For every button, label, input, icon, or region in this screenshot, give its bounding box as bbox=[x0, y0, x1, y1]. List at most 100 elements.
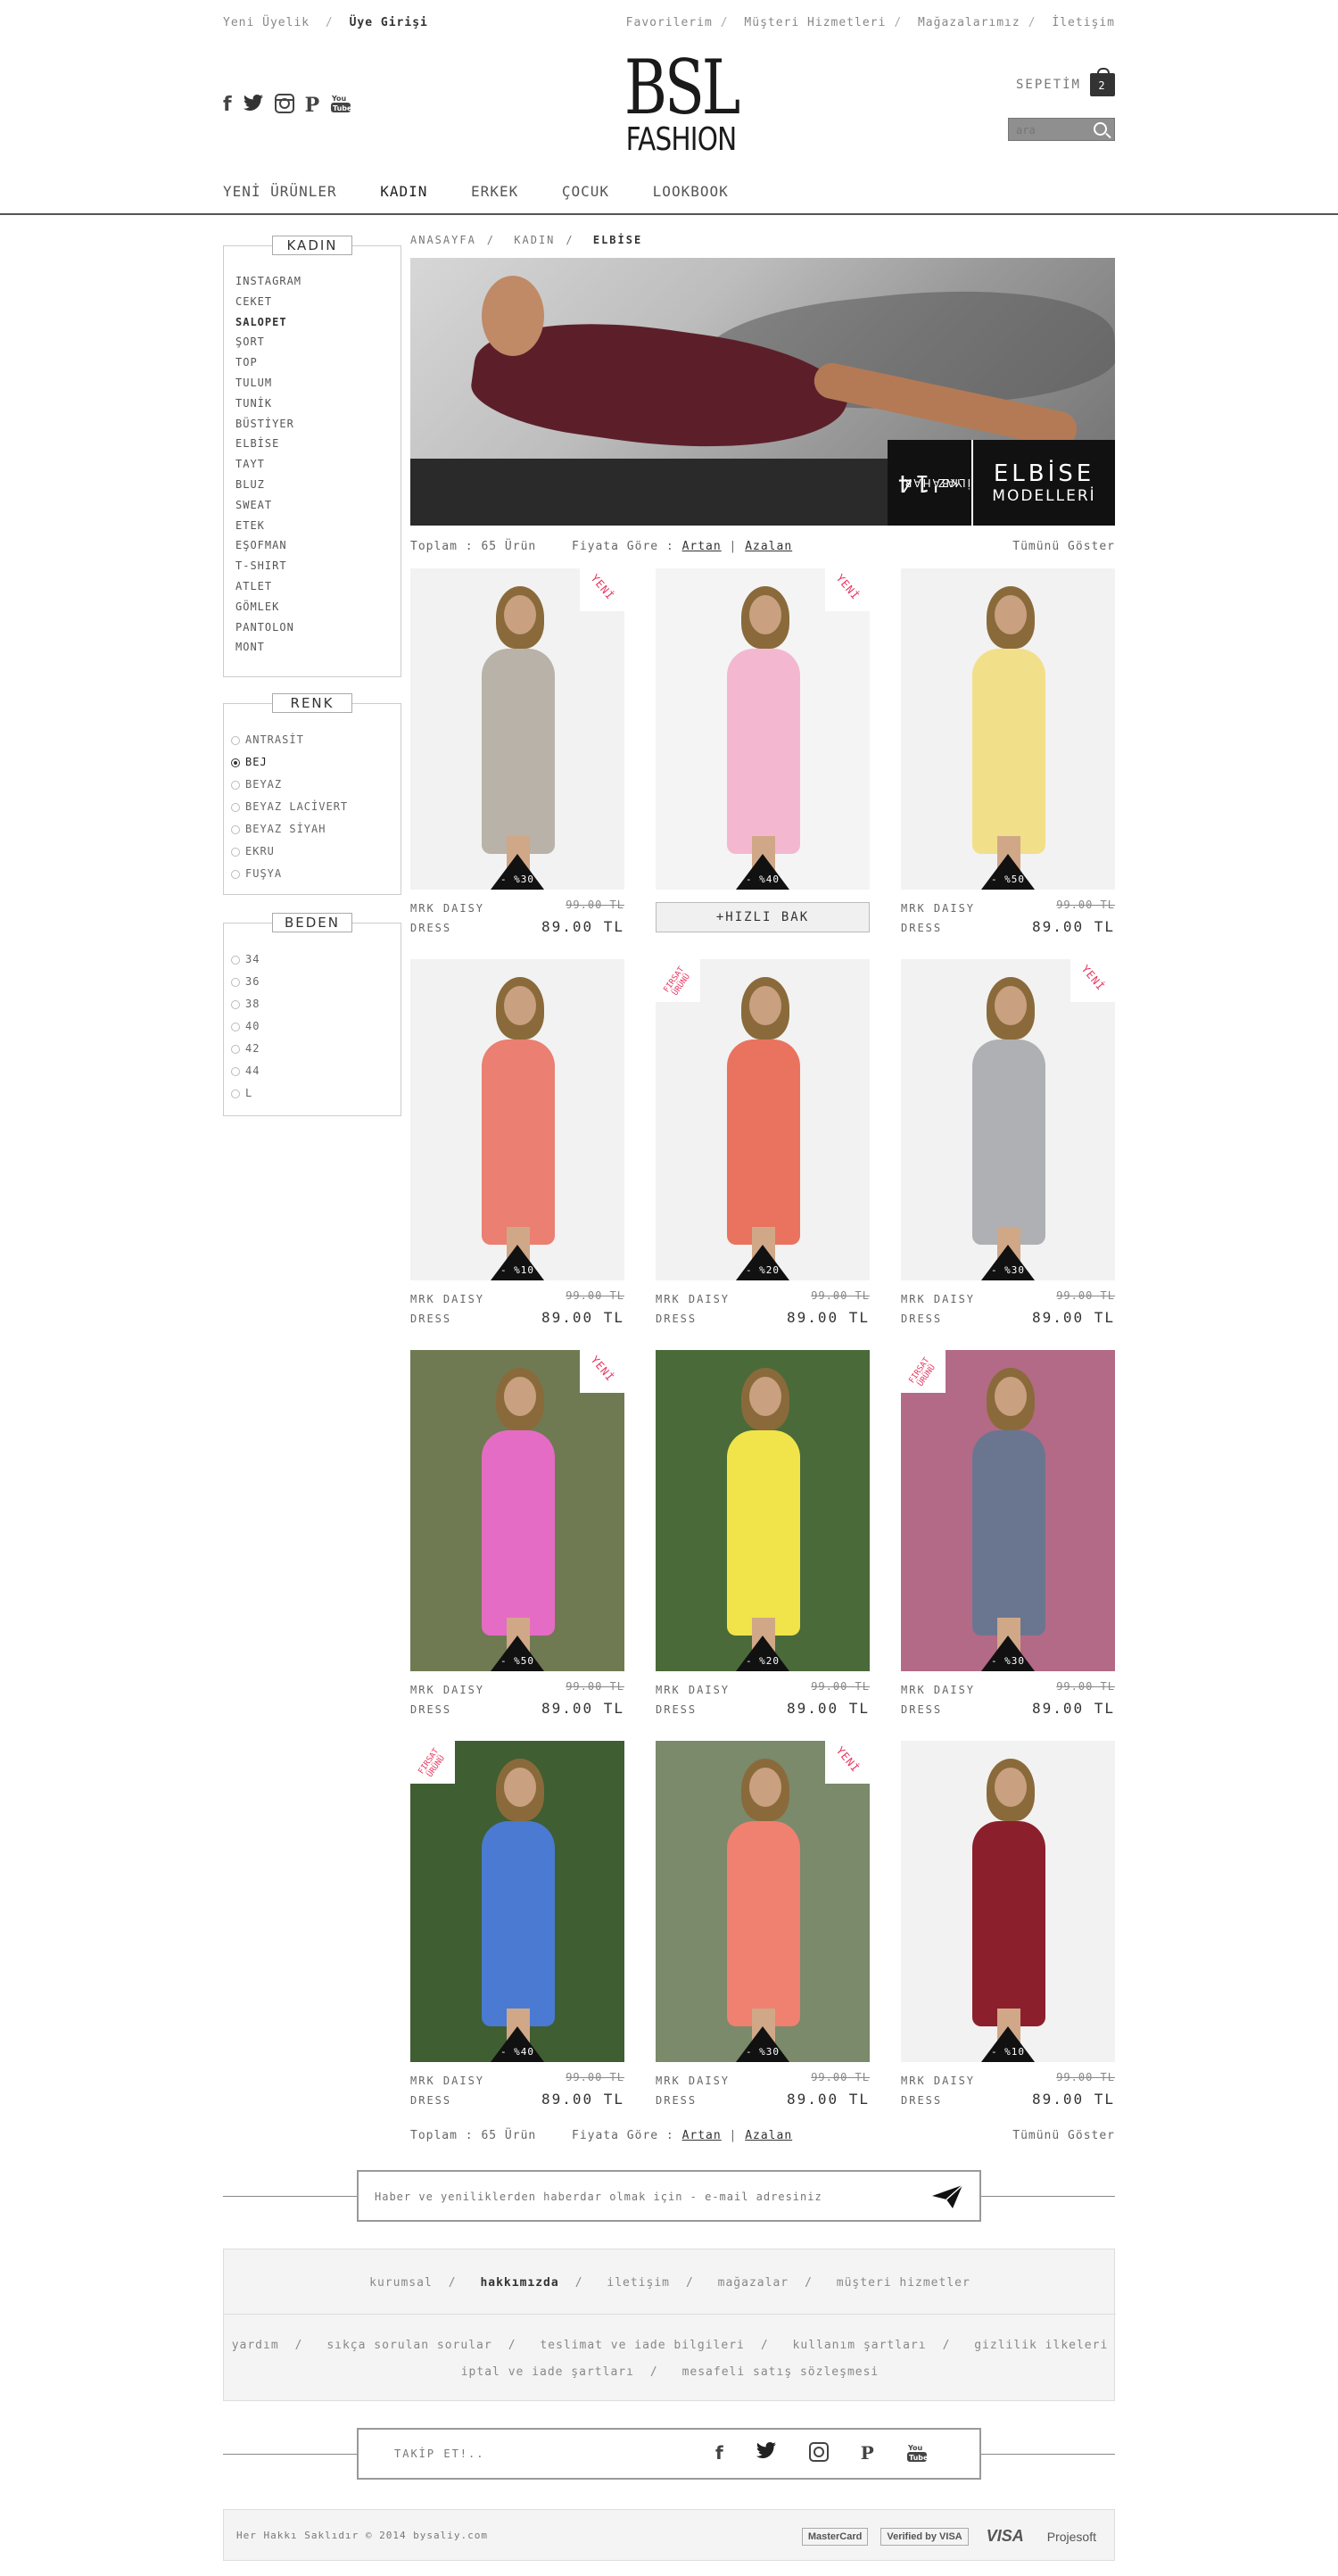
color-option[interactable]: BEYAZ SİYAH bbox=[231, 818, 401, 841]
category-item[interactable]: BÜSTİYER bbox=[235, 414, 401, 435]
radio-button[interactable] bbox=[231, 1022, 240, 1031]
footer-link[interactable]: kullanım şartları bbox=[793, 2339, 927, 2352]
twitter-icon[interactable] bbox=[243, 95, 264, 115]
product-name[interactable]: MRK DAISY DRESS bbox=[901, 2071, 975, 2110]
brand-logo[interactable]: BSL FASHION bbox=[608, 50, 754, 156]
category-item[interactable]: TAYT bbox=[235, 454, 401, 475]
show-all-link[interactable]: Tümünü Göster bbox=[1012, 2129, 1115, 2142]
pinterest-icon[interactable]: P bbox=[861, 2442, 874, 2468]
customer-service-link[interactable]: Müşteri Hizmetleri bbox=[744, 16, 886, 29]
color-option[interactable]: FUŞYA bbox=[231, 863, 401, 885]
category-item[interactable]: CEKET bbox=[235, 292, 401, 312]
quick-view-button[interactable]: +HIZLI BAK bbox=[656, 902, 870, 932]
category-item[interactable]: ATLET bbox=[235, 576, 401, 597]
product-image[interactable]: - %40 YENİ bbox=[656, 568, 870, 890]
product-card[interactable]: - %50 YENİ MRK DAISY DRESS 99.00 TL 89.00 TL bbox=[410, 1350, 624, 1725]
footer-link[interactable]: mesafeli satış sözleşmesi bbox=[682, 2365, 880, 2379]
pinterest-icon[interactable]: P bbox=[305, 94, 320, 117]
cart-link[interactable]: SEPETİM 2 bbox=[1016, 68, 1115, 96]
category-item[interactable]: TOP bbox=[235, 352, 401, 373]
radio-button[interactable] bbox=[231, 1044, 240, 1054]
footer-link[interactable]: iptal ve iade şartları bbox=[461, 2365, 634, 2379]
category-item[interactable]: SALOPET bbox=[235, 312, 401, 333]
category-item[interactable]: PANTOLON bbox=[235, 617, 401, 638]
product-image[interactable]: - %20 FIRSAT ÜRÜNÜ bbox=[656, 959, 870, 1280]
radio-button[interactable] bbox=[231, 847, 240, 857]
radio-button[interactable] bbox=[231, 802, 240, 812]
twitter-icon[interactable] bbox=[756, 2442, 777, 2468]
size-option[interactable]: 44 bbox=[231, 1060, 401, 1082]
contact-link[interactable]: İletişim bbox=[1052, 16, 1115, 29]
radio-button[interactable] bbox=[231, 977, 240, 987]
product-name[interactable]: MRK DAISY DRESS bbox=[656, 1680, 730, 1719]
category-item[interactable]: BLUZ bbox=[235, 475, 401, 495]
size-option[interactable]: 38 bbox=[231, 993, 401, 1015]
category-item[interactable]: TUNİK bbox=[235, 393, 401, 414]
nav-men[interactable]: ERKEK bbox=[471, 183, 518, 200]
footer-link[interactable]: kurumsal bbox=[369, 2276, 433, 2290]
sort-desc-link[interactable]: Azalan bbox=[745, 540, 792, 553]
product-image[interactable]: - %10 bbox=[901, 1741, 1115, 2062]
product-name[interactable]: MRK DAISY DRESS bbox=[410, 1680, 484, 1719]
category-banner[interactable]: '14 İLKBAHAR YAZ ELBİSE MODELLERİ bbox=[410, 258, 1115, 526]
product-image[interactable]: - %30 FIRSAT ÜRÜNÜ bbox=[901, 1350, 1115, 1671]
product-card[interactable]: - %30 YENİ MRK DAISY DRESS 99.00 TL 89.00 TL bbox=[410, 568, 624, 943]
product-image[interactable]: - %30 YENİ bbox=[410, 568, 624, 890]
nav-new-products[interactable]: YENİ ÜRÜNLER bbox=[223, 183, 337, 200]
category-item[interactable]: GÖMLEK bbox=[235, 597, 401, 617]
category-item[interactable]: ELBİSE bbox=[235, 434, 401, 454]
size-option[interactable]: 40 bbox=[231, 1015, 401, 1038]
product-name[interactable]: MRK DAISY DRESS bbox=[656, 1289, 730, 1329]
footer-link[interactable]: yardım bbox=[232, 2339, 279, 2352]
radio-button[interactable] bbox=[231, 780, 240, 790]
product-name[interactable]: MRK DAISY DRESS bbox=[410, 2071, 484, 2110]
sort-desc-link[interactable]: Azalan bbox=[745, 2129, 792, 2142]
instagram-icon[interactable] bbox=[274, 94, 294, 116]
category-item[interactable]: TULUM bbox=[235, 373, 401, 393]
color-option[interactable]: BEYAZ LACİVERT bbox=[231, 796, 401, 818]
category-item[interactable]: INSTAGRAM bbox=[235, 271, 401, 292]
color-option[interactable]: BEJ bbox=[231, 751, 401, 774]
radio-button[interactable] bbox=[231, 999, 240, 1009]
projesoft-logo[interactable]: Projesoft bbox=[1042, 2527, 1102, 2547]
category-item[interactable]: ETEK bbox=[235, 516, 401, 536]
breadcrumb-women[interactable]: KADIN bbox=[514, 234, 555, 246]
category-item[interactable]: EŞOFMAN bbox=[235, 535, 401, 556]
footer-link[interactable]: teslimat ve iade bilgileri bbox=[540, 2339, 745, 2352]
radio-button[interactable] bbox=[231, 735, 240, 745]
nav-kids[interactable]: ÇOCUK bbox=[562, 183, 609, 200]
radio-button[interactable] bbox=[231, 955, 240, 965]
product-image[interactable]: - %10 bbox=[410, 959, 624, 1280]
send-icon[interactable] bbox=[931, 2184, 963, 2209]
radio-button[interactable] bbox=[231, 1066, 240, 1076]
facebook-icon[interactable]: f bbox=[223, 94, 232, 116]
newsletter-email-input[interactable] bbox=[375, 2188, 874, 2206]
category-item[interactable]: T-SHIRT bbox=[235, 556, 401, 576]
product-card[interactable]: - %20 MRK DAISY DRESS 99.00 TL 89.00 TL bbox=[656, 1350, 870, 1725]
sort-asc-link[interactable]: Artan bbox=[682, 540, 722, 553]
instagram-icon[interactable] bbox=[808, 2442, 829, 2468]
nav-lookbook[interactable]: LOOKBOOK bbox=[653, 183, 729, 200]
radio-button[interactable] bbox=[231, 869, 240, 879]
color-option[interactable]: ANTRASİT bbox=[231, 729, 401, 751]
youtube-icon[interactable]: You Tube bbox=[906, 2442, 929, 2468]
show-all-link[interactable]: Tümünü Göster bbox=[1012, 540, 1115, 553]
footer-link[interactable]: sıkça sorulan sorular bbox=[326, 2339, 491, 2352]
product-card[interactable]: - %10 MRK DAISY DRESS 99.00 TL 89.00 TL bbox=[410, 959, 624, 1334]
search-icon[interactable] bbox=[1094, 122, 1107, 136]
new-member-link[interactable]: Yeni Üyelik bbox=[223, 16, 310, 29]
product-card[interactable]: - %50 MRK DAISY DRESS 99.00 TL 89.00 TL bbox=[901, 568, 1115, 943]
product-card[interactable]: - %30 FIRSAT ÜRÜNÜ MRK DAISY DRESS 99.00 TL 8… bbox=[901, 1350, 1115, 1725]
stores-link[interactable]: Mağazalarımız bbox=[918, 16, 1020, 29]
youtube-icon[interactable]: You Tube bbox=[330, 93, 352, 117]
radio-button[interactable] bbox=[231, 1089, 240, 1098]
product-image[interactable]: - %30 YENİ bbox=[901, 959, 1115, 1280]
footer-link[interactable]: iletişim bbox=[607, 2276, 670, 2290]
product-name[interactable]: MRK DAISY DRESS bbox=[410, 1289, 484, 1329]
product-image[interactable]: - %40 FIRSAT ÜRÜNÜ bbox=[410, 1741, 624, 2062]
size-option[interactable]: 36 bbox=[231, 971, 401, 993]
search-input[interactable] bbox=[1016, 122, 1087, 138]
product-name[interactable]: MRK DAISY DRESS bbox=[656, 2071, 730, 2110]
color-option[interactable]: EKRU bbox=[231, 841, 401, 863]
product-card[interactable]: - %20 FIRSAT ÜRÜNÜ MRK DAISY DRESS 99.00 TL 8… bbox=[656, 959, 870, 1334]
